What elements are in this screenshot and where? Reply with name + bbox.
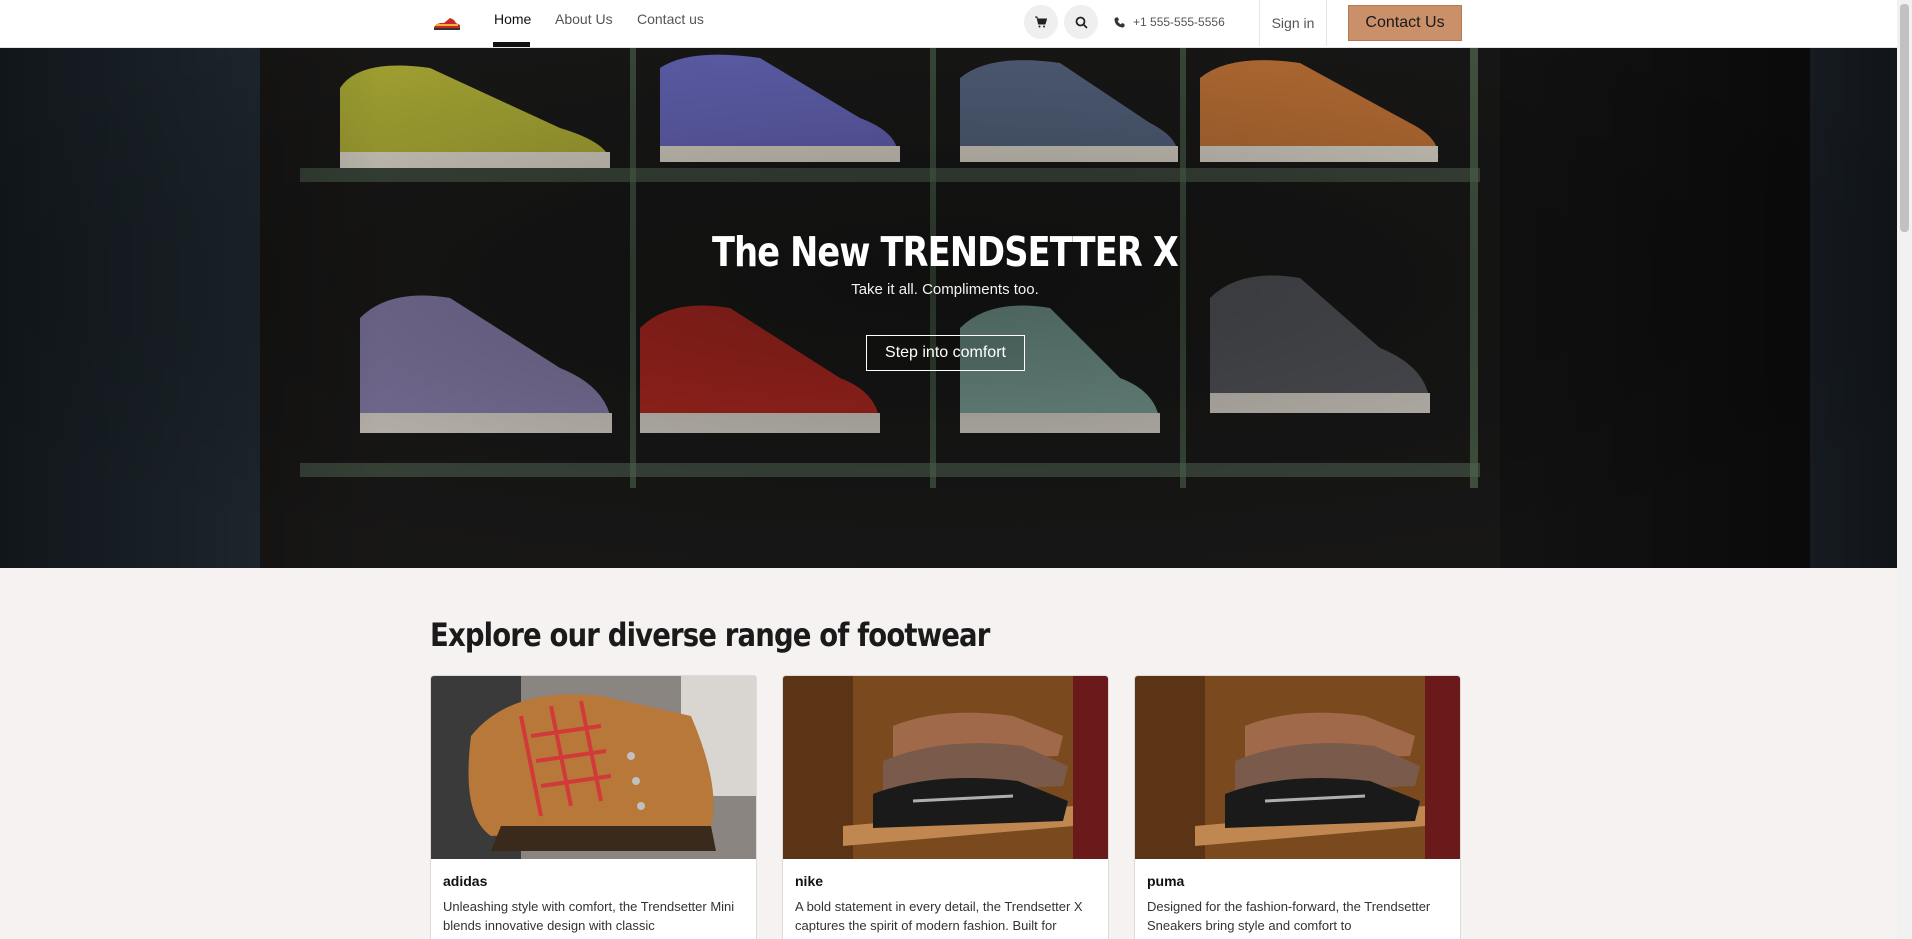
contact-us-button[interactable]: Contact Us bbox=[1348, 5, 1462, 41]
search-icon bbox=[1075, 16, 1088, 29]
product-card-nike[interactable]: nike A bold statement in every detail, t… bbox=[782, 675, 1109, 939]
section-title: Explore our diverse range of footwear bbox=[430, 616, 990, 654]
product-image-shoe-shelf bbox=[783, 676, 1108, 859]
hero-title: The New TRENDSETTER X bbox=[712, 228, 1179, 276]
product-name: puma bbox=[1147, 873, 1185, 889]
hero-background-image bbox=[0, 48, 1897, 568]
step-into-comfort-button[interactable]: Step into comfort bbox=[866, 335, 1025, 371]
product-description: Unleashing style with comfort, the Trend… bbox=[443, 899, 735, 933]
nav-about-us[interactable]: About Us bbox=[555, 11, 613, 27]
phone-link[interactable]: +1 555-555-5556 bbox=[1114, 15, 1225, 29]
product-card-puma[interactable]: puma Designed for the fashion-forward, t… bbox=[1134, 675, 1461, 939]
product-description: A bold statement in every detail, the Tr… bbox=[795, 899, 1083, 933]
product-description: Designed for the fashion-forward, the Tr… bbox=[1147, 899, 1431, 933]
product-name: nike bbox=[795, 873, 824, 889]
product-name: adidas bbox=[443, 873, 488, 889]
nav-contact-us[interactable]: Contact us bbox=[637, 11, 704, 27]
cart-button[interactable] bbox=[1024, 5, 1058, 39]
product-image-shoe-shelf bbox=[1135, 676, 1460, 859]
sneaker-logo[interactable] bbox=[432, 14, 462, 32]
nav-home[interactable]: Home bbox=[494, 11, 531, 27]
phone-icon bbox=[1114, 17, 1125, 27]
product-card-adidas[interactable]: adidas Unleashing style with comfort, th… bbox=[430, 675, 757, 939]
active-nav-indicator bbox=[493, 42, 530, 47]
top-navbar: Home About Us Contact us +1 555-555-5556… bbox=[0, 0, 1897, 48]
sign-in-link[interactable]: Sign in bbox=[1259, 0, 1327, 46]
product-image-boot bbox=[431, 676, 756, 859]
phone-number: +1 555-555-5556 bbox=[1133, 15, 1225, 29]
hero-banner: The New TRENDSETTER X Take it all. Compl… bbox=[0, 48, 1897, 568]
scrollbar-thumb[interactable] bbox=[1900, 4, 1909, 232]
cart-icon bbox=[1035, 16, 1047, 28]
hero-subtitle: Take it all. Compliments too. bbox=[851, 281, 1039, 298]
search-button[interactable] bbox=[1064, 5, 1098, 39]
